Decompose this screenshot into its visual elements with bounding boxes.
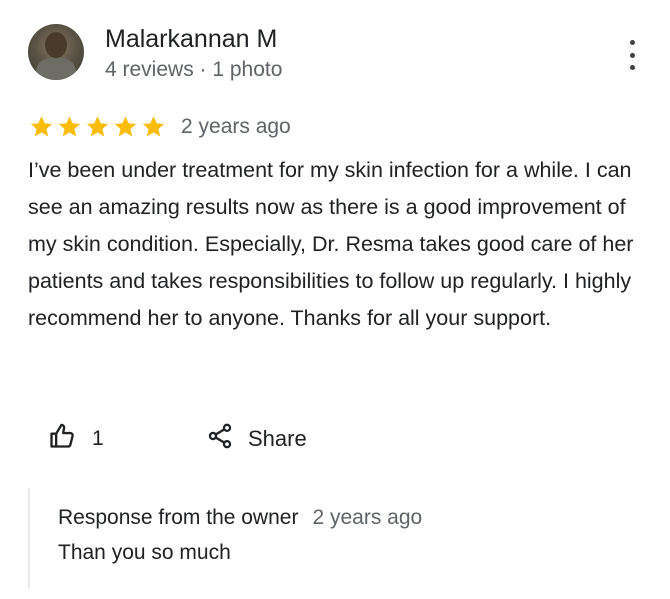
avatar-body [36, 58, 76, 80]
star-icon [56, 114, 83, 140]
star-icon [28, 114, 55, 140]
owner-response-text: Than you so much [58, 541, 231, 564]
reviewer-meta: 4 reviews · 1 photo [105, 58, 283, 81]
review-text: I’ve been under treatment for my skin in… [28, 158, 634, 330]
review-date: 2 years ago [181, 115, 291, 138]
owner-response-header: Response from the owner 2 years ago [58, 506, 422, 530]
owner-response-date: 2 years ago [312, 506, 423, 529]
avatar[interactable] [28, 24, 84, 80]
star-icon [112, 114, 139, 140]
star-rating [28, 114, 167, 140]
share-icon [206, 422, 234, 455]
share-label: Share [248, 425, 307, 451]
more-vertical-icon[interactable] [620, 40, 644, 70]
owner-response-title: Response from the owner [58, 506, 299, 529]
like-count: 1 [92, 426, 104, 450]
star-icon [140, 114, 167, 140]
reviewer-name[interactable]: Malarkannan M [105, 25, 277, 54]
rating-row: 2 years ago [28, 114, 291, 140]
star-icon [84, 114, 111, 140]
share-button[interactable]: Share [206, 422, 307, 455]
thumbs-up-icon [48, 422, 76, 455]
like-button[interactable]: 1 [48, 422, 104, 455]
owner-response: Response from the owner 2 years ago Than… [28, 488, 630, 588]
avatar-head [45, 32, 67, 58]
